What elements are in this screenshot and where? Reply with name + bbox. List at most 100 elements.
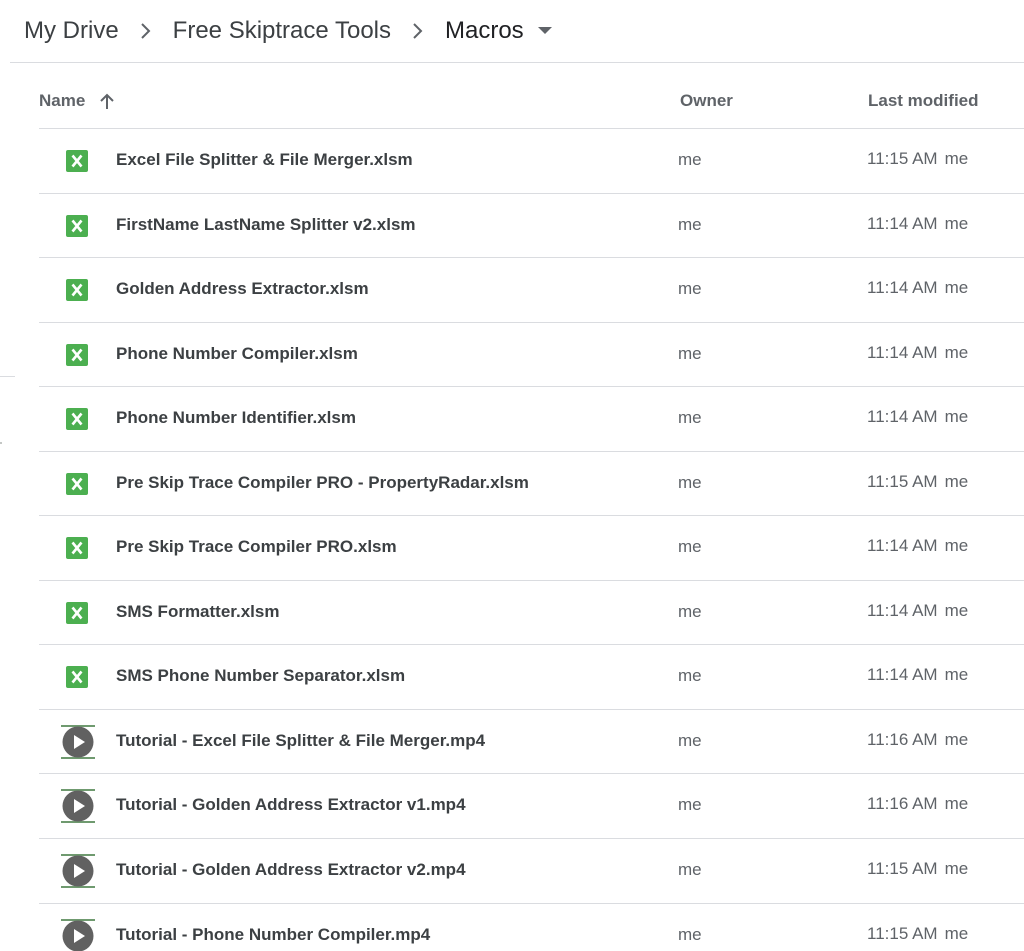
modified-time: 11:14 AM bbox=[867, 407, 938, 427]
video-play-icon bbox=[61, 789, 95, 824]
breadcrumb-macros[interactable]: Macros bbox=[445, 17, 524, 45]
modified-by: me bbox=[944, 600, 969, 620]
file-list: Excel File Splitter & File Merger.xlsm m… bbox=[39, 129, 1024, 951]
file-last-modified: 11:14 AM me bbox=[867, 278, 968, 298]
file-name: Phone Number Identifier.xlsm bbox=[116, 408, 356, 428]
file-row[interactable]: FirstName LastName Splitter v2.xlsm me 1… bbox=[39, 194, 1024, 259]
video-play-icon bbox=[61, 854, 95, 889]
file-owner: me bbox=[678, 795, 702, 815]
modified-by: me bbox=[944, 859, 969, 879]
modified-time: 11:14 AM bbox=[867, 600, 938, 620]
file-owner: me bbox=[678, 666, 702, 686]
panel-edge-mark bbox=[0, 442, 2, 444]
file-owner: me bbox=[678, 924, 702, 944]
modified-by: me bbox=[944, 794, 969, 814]
modified-by: me bbox=[944, 342, 969, 362]
breadcrumb-free-skiptrace-tools[interactable]: Free Skiptrace Tools bbox=[173, 17, 391, 45]
file-owner: me bbox=[678, 860, 702, 880]
file-owner: me bbox=[678, 408, 702, 428]
chevron-right-icon bbox=[391, 22, 445, 40]
column-header-owner: Owner bbox=[680, 88, 733, 114]
file-name: Tutorial - Phone Number Compiler.mp4 bbox=[116, 924, 431, 944]
file-owner: me bbox=[678, 472, 702, 492]
file-name: Tutorial - Golden Address Extractor v1.m… bbox=[116, 795, 466, 815]
modified-by: me bbox=[944, 213, 969, 233]
file-row[interactable]: SMS Formatter.xlsm me 11:14 AM me bbox=[39, 581, 1024, 646]
file-row[interactable]: Tutorial - Golden Address Extractor v2.m… bbox=[39, 839, 1024, 904]
file-row[interactable]: Pre Skip Trace Compiler PRO - PropertyRa… bbox=[39, 452, 1024, 517]
caret-down-icon[interactable] bbox=[537, 27, 552, 35]
breadcrumb-my-drive[interactable]: My Drive bbox=[24, 17, 119, 45]
modified-time: 11:14 AM bbox=[867, 665, 938, 685]
file-owner: me bbox=[678, 279, 702, 299]
modified-time: 11:15 AM bbox=[867, 859, 938, 879]
column-header-name-label: Name bbox=[39, 91, 86, 110]
excel-icon bbox=[66, 279, 88, 302]
modified-by: me bbox=[944, 923, 969, 943]
file-name: Pre Skip Trace Compiler PRO - PropertyRa… bbox=[116, 472, 529, 492]
modified-by: me bbox=[944, 665, 969, 685]
file-name: Pre Skip Trace Compiler PRO.xlsm bbox=[116, 537, 397, 557]
modified-by: me bbox=[944, 407, 969, 427]
file-row[interactable]: Golden Address Extractor.xlsm me 11:14 A… bbox=[39, 258, 1024, 323]
drive-page: My Drive Free Skiptrace Tools Macros Nam… bbox=[0, 0, 1024, 951]
file-name: Golden Address Extractor.xlsm bbox=[116, 279, 369, 299]
file-last-modified: 11:16 AM me bbox=[867, 730, 968, 750]
file-name: Excel File Splitter & File Merger.xlsm bbox=[116, 150, 413, 169]
modified-by: me bbox=[944, 729, 969, 749]
file-last-modified: 11:14 AM me bbox=[867, 665, 968, 685]
file-owner: me bbox=[678, 601, 702, 621]
column-header-last-modified-label: Last modified bbox=[868, 91, 979, 110]
video-play-icon bbox=[61, 918, 95, 951]
file-owner: me bbox=[678, 150, 702, 169]
excel-icon bbox=[66, 408, 88, 431]
file-last-modified: 11:14 AM me bbox=[867, 601, 968, 621]
modified-time: 11:16 AM bbox=[867, 729, 938, 749]
file-last-modified: 11:15 AM me bbox=[867, 149, 968, 169]
file-owner: me bbox=[678, 343, 702, 363]
excel-icon bbox=[66, 537, 88, 560]
file-row[interactable]: Tutorial - Phone Number Compiler.mp4 me … bbox=[39, 904, 1024, 951]
file-last-modified: 11:15 AM me bbox=[867, 924, 968, 944]
arrow-up-icon[interactable] bbox=[99, 93, 115, 110]
file-row[interactable]: SMS Phone Number Separator.xlsm me 11:14… bbox=[39, 645, 1024, 710]
file-row[interactable]: Phone Number Identifier.xlsm me 11:14 AM… bbox=[39, 387, 1024, 452]
column-header-owner-label: Owner bbox=[680, 91, 733, 110]
chevron-right-icon bbox=[119, 22, 173, 40]
file-row[interactable]: Tutorial - Golden Address Extractor v1.m… bbox=[39, 774, 1024, 840]
file-name: Tutorial - Excel File Splitter & File Me… bbox=[116, 730, 486, 750]
modified-time: 11:15 AM bbox=[867, 149, 938, 168]
file-name: SMS Phone Number Separator.xlsm bbox=[116, 666, 406, 686]
modified-by: me bbox=[944, 149, 969, 168]
modified-time: 11:14 AM bbox=[867, 213, 938, 233]
file-last-modified: 11:16 AM me bbox=[867, 794, 968, 814]
file-row[interactable]: Phone Number Compiler.xlsm me 11:14 AM me bbox=[39, 323, 1024, 388]
file-last-modified: 11:14 AM me bbox=[867, 343, 968, 363]
file-last-modified: 11:14 AM me bbox=[867, 214, 968, 234]
file-name: Phone Number Compiler.xlsm bbox=[116, 343, 358, 363]
video-play-icon bbox=[61, 724, 95, 759]
excel-icon bbox=[66, 666, 88, 689]
file-owner: me bbox=[678, 730, 702, 750]
file-row[interactable]: Excel File Splitter & File Merger.xlsm m… bbox=[39, 129, 1024, 194]
modified-time: 11:14 AM bbox=[867, 278, 938, 298]
excel-icon bbox=[66, 472, 88, 495]
modified-time: 11:14 AM bbox=[867, 342, 938, 362]
column-header-name[interactable]: Name bbox=[39, 88, 115, 114]
column-header-last-modified[interactable]: Last modified bbox=[868, 88, 979, 114]
modified-by: me bbox=[944, 278, 969, 298]
modified-time: 11:15 AM bbox=[867, 923, 938, 943]
file-row[interactable]: Pre Skip Trace Compiler PRO.xlsm me 11:1… bbox=[39, 516, 1024, 581]
modified-by: me bbox=[944, 471, 969, 491]
excel-icon bbox=[66, 214, 88, 237]
file-row[interactable]: Tutorial - Excel File Splitter & File Me… bbox=[39, 710, 1024, 775]
file-name: SMS Formatter.xlsm bbox=[116, 601, 280, 621]
file-last-modified: 11:15 AM me bbox=[867, 472, 968, 492]
modified-by: me bbox=[944, 536, 969, 556]
file-last-modified: 11:14 AM me bbox=[867, 407, 968, 427]
modified-time: 11:14 AM bbox=[867, 536, 938, 556]
excel-icon bbox=[66, 601, 88, 624]
modified-time: 11:16 AM bbox=[867, 794, 938, 814]
file-name: Tutorial - Golden Address Extractor v2.m… bbox=[116, 860, 466, 880]
file-owner: me bbox=[678, 537, 702, 557]
